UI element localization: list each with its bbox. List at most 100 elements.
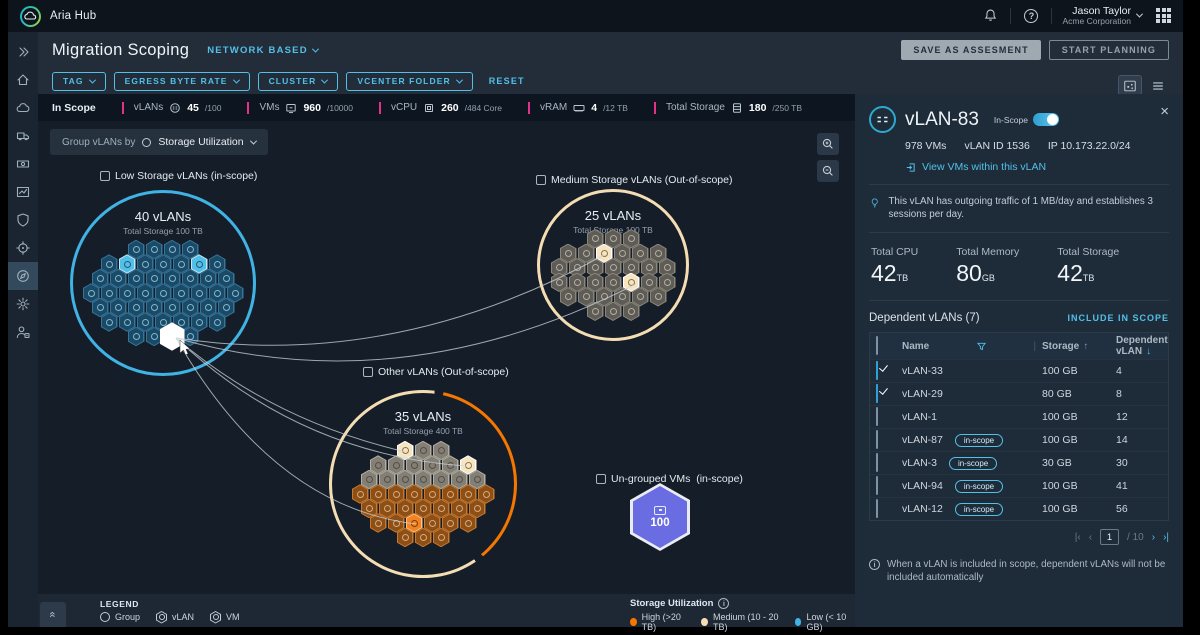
zoom-out-button[interactable] [817, 160, 839, 182]
col-storage: Storage [1042, 341, 1079, 352]
scope-metric-vcpu: vCPU260/484 Core [391, 102, 502, 114]
aria-hub-logo-icon [20, 6, 41, 27]
row-dependent-cell: 8 [1116, 388, 1162, 400]
chevron-down-icon [456, 76, 463, 83]
list-view-toggle-icon[interactable] [1147, 76, 1169, 96]
in-scope-pill: in-scope [955, 434, 1003, 447]
filter-tag-dropdown[interactable]: TAG [52, 72, 106, 91]
group-by-label: Group vLANs by [62, 137, 135, 148]
scope-metric-vram: vRAM4/12 TB [540, 102, 628, 114]
table-row[interactable]: vLAN-12in-scope100 GB56 [870, 497, 1168, 520]
row-checkbox[interactable] [876, 407, 878, 426]
sidebar-item-home[interactable] [8, 66, 38, 94]
info-icon: i [869, 559, 880, 570]
group-vlans-by-dropdown[interactable]: Group vLANs by Storage Utilization [50, 129, 268, 155]
next-page-button[interactable]: › [1152, 532, 1155, 543]
last-page-button[interactable]: ›| [1163, 532, 1169, 543]
sidebar-item-user-admin[interactable] [8, 318, 38, 346]
chevron-down-icon [250, 137, 257, 144]
row-checkbox[interactable] [876, 384, 878, 403]
low-storage-group-checkbox[interactable]: Low Storage vLANs (in-scope) [100, 170, 257, 182]
sidebar-item-truck[interactable] [8, 122, 38, 150]
checkbox-icon [596, 474, 606, 484]
table-row[interactable]: vLAN-94in-scope100 GB41 [870, 474, 1168, 497]
ungrouped-vms-hexagon[interactable]: 100 [630, 483, 690, 551]
first-page-button[interactable]: |‹ [1075, 532, 1081, 543]
metric-separator [528, 102, 530, 114]
metric-total: /100 [205, 103, 222, 113]
collapse-legend-button[interactable]: » [40, 602, 66, 627]
vlan-ip: IP 10.173.22.0/24 [1048, 140, 1131, 152]
user-org: Acme Corporation [1062, 17, 1131, 27]
medium-storage-group-checkbox[interactable]: Medium Storage vLANs (Out-of-scope) [536, 174, 732, 186]
table-row[interactable]: vLAN-87in-scope100 GB14 [870, 428, 1168, 451]
row-checkbox-cell [876, 408, 902, 426]
select-all-checkbox[interactable] [876, 336, 878, 355]
table-row[interactable]: vLAN-1100 GB12 [870, 405, 1168, 428]
include-in-scope-button[interactable]: INCLUDE IN SCOPE [1067, 313, 1169, 323]
sidebar-item-compass[interactable] [8, 262, 38, 290]
info-icon[interactable]: i [718, 598, 729, 609]
storage-legend-item: Low (< 10 GB) [795, 612, 855, 632]
close-panel-icon[interactable]: × [1160, 106, 1169, 118]
row-dependent-cell: 41 [1116, 480, 1162, 492]
table-row[interactable]: vLAN-33100 GB4 [870, 359, 1168, 382]
row-checkbox[interactable] [876, 430, 878, 449]
view-vms-link[interactable]: View VMs within this vLAN [905, 161, 1169, 173]
sidebar-item-cost[interactable] [8, 150, 38, 178]
sidebar-item-target[interactable] [8, 234, 38, 262]
row-name-cell: vLAN-3in-scope [902, 457, 1042, 470]
sidebar-item-metrics[interactable] [8, 178, 38, 206]
filter-funnel-icon[interactable] [977, 342, 986, 351]
ungrouped-vms-checkbox[interactable]: Un-grouped VMs (in-scope) [596, 473, 743, 485]
filter-vcenter-folder-dropdown[interactable]: VCENTER FOLDER [346, 72, 472, 91]
help-icon[interactable]: ? [1021, 6, 1041, 26]
cost-icon [15, 156, 31, 172]
zoom-in-button[interactable] [817, 133, 839, 155]
metric-label: vCPU [391, 102, 417, 113]
row-checkbox[interactable] [876, 476, 878, 495]
chevron-down-icon [321, 76, 328, 83]
row-checkbox[interactable] [876, 361, 878, 380]
filter-egress-byte-rate-dropdown[interactable]: EGRESS BYTE RATE [114, 72, 250, 91]
save-as-assessment-button[interactable]: SAVE AS ASSESMENT [901, 40, 1040, 60]
stat-unit: GB [982, 273, 995, 283]
row-storage-cell: 100 GB [1042, 434, 1116, 446]
sort-down-icon[interactable]: ↓ [1146, 346, 1151, 357]
main-header: Migration Scoping NETWORK BASED SAVE AS … [38, 32, 1183, 94]
filter-cluster-dropdown[interactable]: CLUSTER [258, 72, 339, 91]
network-based-dropdown[interactable]: NETWORK BASED [207, 45, 318, 56]
chevron-down-icon [89, 76, 96, 83]
other-group-checkbox[interactable]: Other vLANs (Out-of-scope) [363, 366, 509, 378]
user-menu[interactable]: Jason Taylor Acme Corporation [1062, 5, 1142, 27]
sidebar-item-cloud[interactable] [8, 94, 38, 122]
prev-page-button[interactable]: ‹ [1089, 532, 1092, 543]
reset-filters-button[interactable]: RESET [489, 76, 525, 86]
in-scope-pill: in-scope [949, 457, 997, 470]
bubble-view-toggle-icon[interactable] [1119, 76, 1141, 96]
sort-up-icon[interactable]: ↑ [1083, 341, 1088, 352]
scope-metric-vlans: vLANs45/100 [134, 102, 222, 114]
ungrouped-vm-count: 100 [650, 517, 669, 529]
app-launcher-icon[interactable] [1156, 8, 1171, 23]
current-page-input[interactable]: 1 [1100, 529, 1119, 545]
sidebar-item-double-chevron-right[interactable] [8, 38, 38, 66]
sidebar-item-gear[interactable] [8, 290, 38, 318]
table-row[interactable]: vLAN-3in-scope30 GB30 [870, 451, 1168, 474]
row-name-cell: vLAN-87in-scope [902, 434, 1042, 447]
table-row[interactable]: vLAN-2980 GB8 [870, 382, 1168, 405]
sidebar-item-shield[interactable] [8, 206, 38, 234]
row-checkbox[interactable] [876, 499, 878, 518]
view-vms-icon [905, 162, 916, 173]
notifications-bell-icon[interactable] [980, 6, 1000, 26]
row-checkbox[interactable] [876, 453, 878, 472]
group-circle-icon [100, 612, 110, 622]
row-storage-cell: 80 GB [1042, 388, 1116, 400]
in-scope-toggle[interactable] [1033, 113, 1059, 126]
start-planning-button[interactable]: START PLANNING [1049, 40, 1169, 60]
metric-total: /250 TB [772, 103, 802, 113]
metric-label: vLANs [134, 102, 163, 113]
legend-label: Group [115, 612, 140, 622]
storage-legend-item: High (>20 TB) [630, 612, 688, 632]
legend-color-dot [795, 618, 802, 626]
